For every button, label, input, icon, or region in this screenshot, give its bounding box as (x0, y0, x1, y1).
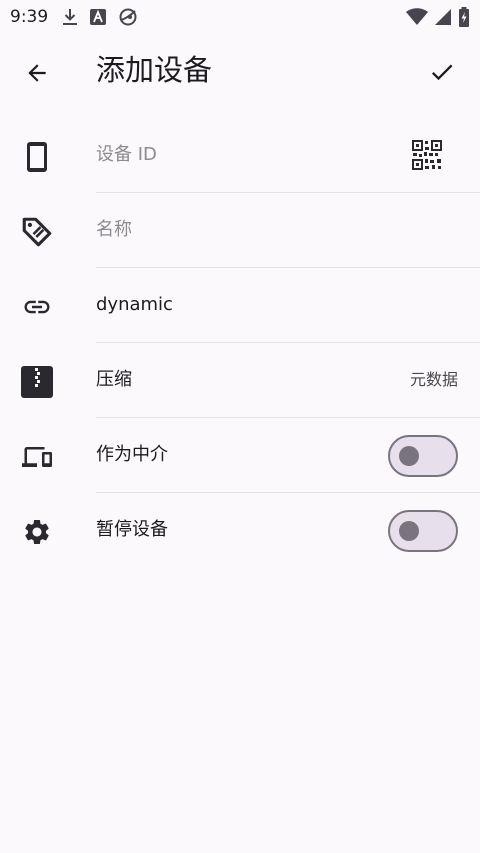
name-input[interactable]: 名称 (96, 218, 132, 242)
pause-device-toggle[interactable] (388, 510, 458, 552)
toggle-thumb (399, 521, 419, 541)
status-bar: 9:39 (0, 0, 480, 34)
status-time: 9:39 (10, 7, 49, 27)
link-icon (18, 288, 56, 326)
device-id-row[interactable]: 设备 ID (0, 118, 480, 193)
wifi-icon (406, 8, 428, 26)
compression-label: 压缩 (96, 369, 132, 390)
introducer-row[interactable]: 作为中介 (0, 418, 480, 493)
check-icon (431, 64, 453, 81)
compression-value[interactable]: 元数据 (410, 368, 458, 392)
qr-code-scan-icon[interactable] (412, 140, 442, 170)
download-icon (62, 8, 78, 26)
devices-icon (18, 438, 56, 476)
battery-charging-icon (458, 7, 470, 27)
gear-icon (18, 513, 56, 551)
sync-globe-icon (118, 7, 138, 27)
toggle-thumb (399, 446, 419, 466)
device-id-input[interactable]: 设备 ID (96, 143, 157, 167)
device-form: 设备 ID 名称 dynamic 压缩 元数据 作为中介 暂停设备 (0, 118, 480, 568)
pause-device-label: 暂停设备 (96, 519, 168, 540)
pause-device-row[interactable]: 暂停设备 (0, 493, 480, 568)
confirm-button[interactable] (426, 56, 458, 88)
address-row[interactable]: dynamic (0, 268, 480, 343)
page-title: 添加设备 (96, 53, 213, 87)
compression-row[interactable]: 压缩 元数据 (0, 343, 480, 418)
font-a-icon (90, 9, 107, 25)
label-tag-icon (18, 213, 56, 251)
signal-icon (434, 8, 452, 26)
smartphone-icon (18, 138, 56, 176)
introducer-label: 作为中介 (96, 444, 168, 465)
back-button[interactable] (22, 58, 52, 88)
arrow-back-icon (28, 64, 46, 82)
address-value[interactable]: dynamic (96, 293, 173, 317)
app-bar: 添加设备 (0, 34, 480, 106)
introducer-toggle[interactable] (388, 435, 458, 477)
name-row[interactable]: 名称 (0, 193, 480, 268)
zip-archive-icon (18, 363, 56, 401)
